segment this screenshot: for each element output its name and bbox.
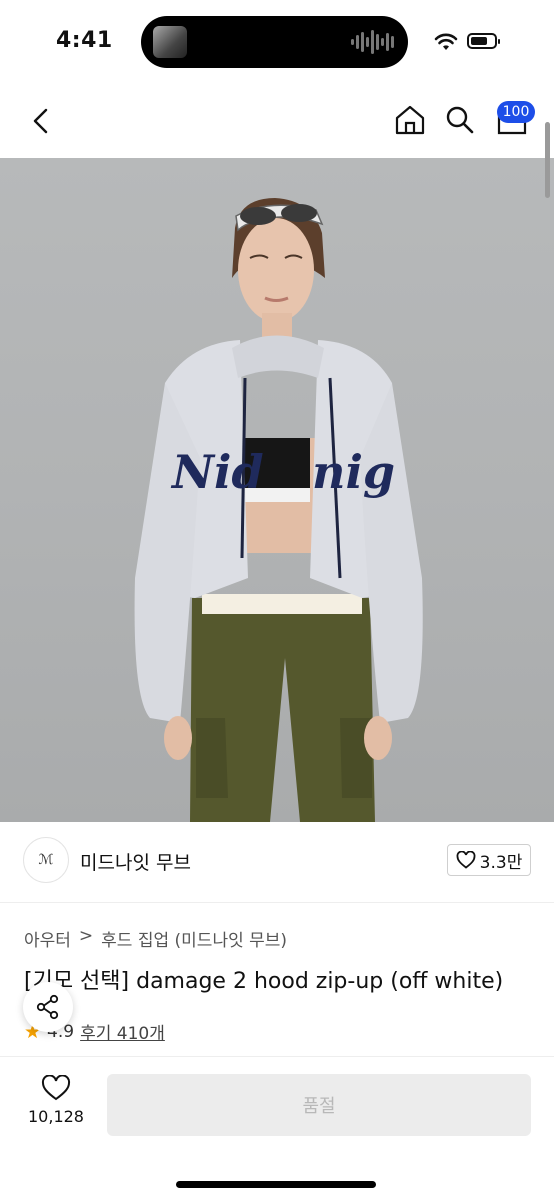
top-nav xyxy=(0,84,554,158)
share-button[interactable] xyxy=(23,982,73,1032)
wifi-icon xyxy=(434,33,458,50)
status-time: 4:41 xyxy=(56,28,113,53)
heart-icon xyxy=(456,851,476,869)
cart-count-badge: 100 xyxy=(497,101,535,123)
buy-button[interactable]: 품절 xyxy=(107,1074,531,1136)
audio-wave-icon xyxy=(351,30,394,54)
bottom-action-bar: 10,128 품절 xyxy=(0,1056,554,1201)
page-scrollbar[interactable] xyxy=(545,122,550,198)
product-photo-illustration: Nid nig xyxy=(134,198,423,822)
wishlist-count: 10,128 xyxy=(28,1107,84,1126)
breadcrumb-level1[interactable]: 아우터 xyxy=(24,926,71,951)
back-arrow-icon[interactable] xyxy=(26,104,56,138)
status-bar: 4:41 xyxy=(0,0,554,84)
home-indicator[interactable] xyxy=(176,1181,376,1188)
reviews-link[interactable]: 후기 410개 xyxy=(80,1019,165,1044)
search-icon[interactable] xyxy=(444,104,476,136)
home-icon[interactable] xyxy=(393,104,427,136)
brand-like-button[interactable]: 3.3만 xyxy=(447,844,531,876)
share-icon xyxy=(36,994,59,1020)
brand-like-count: 3.3만 xyxy=(479,852,523,873)
brand-name[interactable]: 미드나잇 무브 xyxy=(80,848,191,875)
breadcrumb: 아우터 > 후드 집업 (미드나잇 무브) xyxy=(24,926,287,951)
brand-row: ℳ 미드나잇 무브 3.3만 xyxy=(0,822,554,903)
wishlist-button[interactable]: 10,128 xyxy=(24,1074,88,1126)
heart-icon xyxy=(41,1074,71,1101)
dynamic-island[interactable] xyxy=(141,16,408,68)
product-title: [기모 선택] damage 2 hood zip-up (off white) xyxy=(24,969,504,994)
breadcrumb-level2[interactable]: 후드 집업 (미드나잇 무브) xyxy=(101,926,287,951)
product-image[interactable]: Nid nig xyxy=(0,158,554,822)
breadcrumb-separator: > xyxy=(78,926,94,946)
battery-icon xyxy=(467,33,500,49)
hoodie-print-right: nig xyxy=(312,445,395,499)
now-playing-thumbnail xyxy=(153,26,187,58)
brand-logo[interactable]: ℳ xyxy=(23,837,69,883)
hoodie-print-left: Nid xyxy=(170,445,264,499)
